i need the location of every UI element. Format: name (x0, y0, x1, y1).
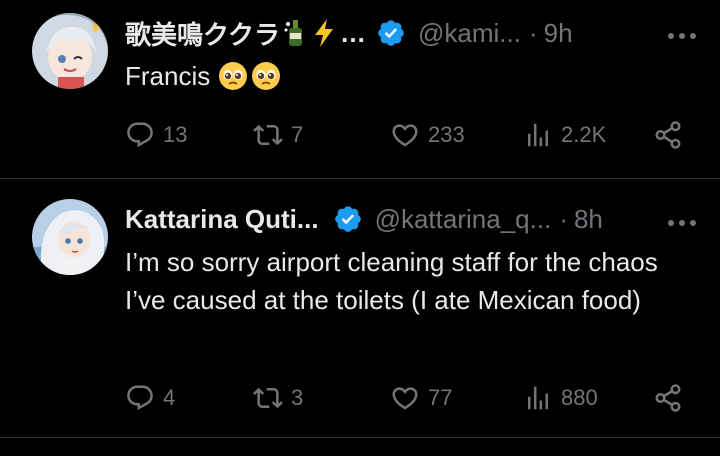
share-icon (655, 384, 681, 412)
handle[interactable]: @kattarina_q... (375, 204, 552, 235)
lightning-emoji-icon (312, 18, 336, 48)
like-count: 233 (428, 122, 465, 147)
pleading-face-emoji-icon (218, 61, 248, 91)
name-ellipsis: … (339, 17, 366, 48)
repost-icon (253, 124, 283, 146)
like-icon (392, 124, 418, 147)
avatar[interactable] (32, 199, 108, 275)
timestamp[interactable]: 9h (544, 18, 573, 49)
reply-count: 4 (163, 385, 176, 410)
avatar[interactable] (32, 13, 108, 89)
more-icon[interactable] (666, 28, 698, 39)
view-count: 880 (561, 385, 598, 410)
like-icon (392, 387, 418, 410)
verified-badge-icon (376, 18, 406, 48)
bottle-emoji-icon (284, 18, 308, 48)
share-button[interactable] (653, 380, 691, 416)
views-button[interactable]: 2.2K (523, 117, 606, 153)
views-icon (528, 123, 548, 147)
separator: · (559, 203, 568, 234)
like-button[interactable]: 233 (390, 117, 465, 153)
tweet-text-container: Francis (125, 57, 685, 95)
timestamp[interactable]: 8h (574, 204, 603, 235)
divider (0, 437, 720, 438)
repost-count: 7 (291, 122, 304, 147)
like-button[interactable]: 77 (390, 380, 452, 416)
tweet-actions: 13 7 233 2.2K (125, 117, 695, 153)
verified-badge-icon (333, 204, 363, 234)
reply-icon (127, 385, 153, 411)
view-count: 2.2K (561, 122, 607, 147)
reply-button[interactable]: 4 (125, 380, 175, 416)
repost-button[interactable]: 7 (253, 117, 303, 153)
reply-button[interactable]: 13 (125, 117, 187, 153)
repost-count: 3 (291, 385, 304, 410)
handle[interactable]: @kami... (418, 18, 521, 49)
views-button[interactable]: 880 (523, 380, 598, 416)
like-count: 77 (428, 385, 453, 410)
repost-icon (253, 387, 283, 409)
display-name[interactable]: 歌美鳴ククラ (125, 15, 280, 52)
reply-icon (127, 122, 153, 148)
pleading-face-emoji-icon (251, 61, 281, 91)
tweet-actions: 4 3 77 880 (125, 380, 695, 416)
tweet-text: Francis (125, 61, 211, 91)
separator: · (528, 17, 538, 48)
tweet-1[interactable]: 歌美鳴ククラ … @kami... · 9h Francis 13 7 233 … (0, 0, 720, 178)
share-button[interactable] (653, 117, 691, 153)
tweet-header: 歌美鳴ククラ … @kami... · 9h (125, 13, 573, 53)
views-icon (528, 386, 548, 410)
tweet-text: I’m so sorry airport cleaning staff for … (125, 247, 658, 315)
tweet-header: Kattarina Quti... @kattarina_q... · 8h (125, 199, 603, 239)
tweet-2[interactable]: Kattarina Quti... @kattarina_q... · 8h I… (0, 179, 720, 437)
reply-count: 13 (163, 122, 188, 147)
share-icon (655, 121, 681, 149)
more-icon[interactable] (666, 215, 698, 226)
repost-button[interactable]: 3 (253, 380, 303, 416)
display-name[interactable]: Kattarina Quti... (125, 204, 319, 235)
